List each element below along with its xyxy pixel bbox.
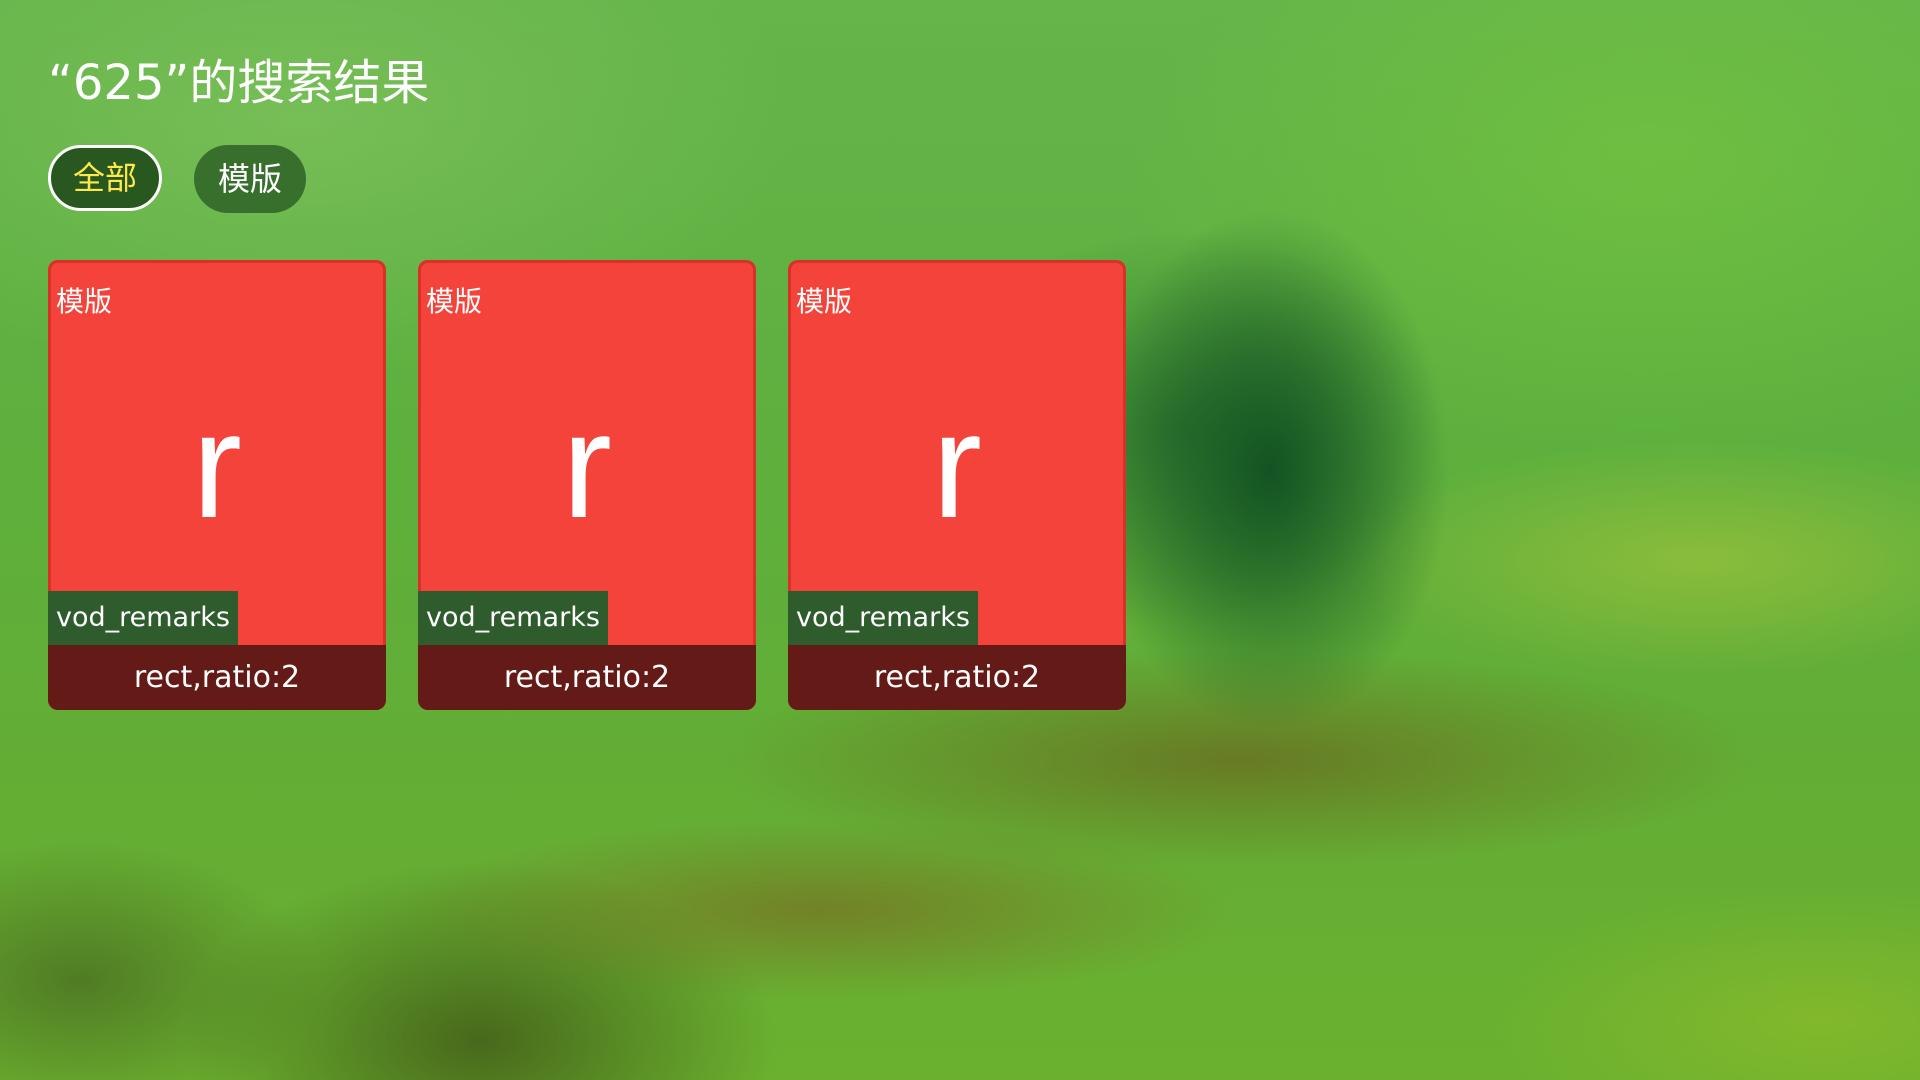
card-type-label: 模版	[796, 285, 853, 318]
card-title: rect,ratio:2	[788, 645, 1126, 710]
remarks-badge: vod_remarks	[418, 591, 608, 645]
card-title: rect,ratio:2	[418, 645, 756, 710]
result-card[interactable]: 模版 r vod_remarks rect,ratio:2	[48, 260, 386, 710]
card-title: rect,ratio:2	[48, 645, 386, 710]
remarks-badge: vod_remarks	[48, 591, 238, 645]
card-type-label: 模版	[426, 285, 483, 318]
page-title: “625”的搜索结果	[48, 55, 430, 111]
poster-placeholder-letter: r	[192, 381, 242, 549]
result-card[interactable]: 模版 r vod_remarks rect,ratio:2	[788, 260, 1126, 710]
result-card[interactable]: 模版 r vod_remarks rect,ratio:2	[418, 260, 756, 710]
poster-placeholder-letter: r	[562, 381, 612, 549]
filter-tabs: 全部 模版	[48, 145, 307, 213]
tab-template[interactable]: 模版	[194, 145, 307, 213]
results-grid: 模版 r vod_remarks rect,ratio:2 模版 r vod_r…	[48, 260, 1126, 710]
remarks-badge: vod_remarks	[788, 591, 978, 645]
card-type-label: 模版	[56, 285, 113, 318]
tab-all[interactable]: 全部	[48, 145, 163, 211]
poster-placeholder-letter: r	[932, 381, 982, 549]
